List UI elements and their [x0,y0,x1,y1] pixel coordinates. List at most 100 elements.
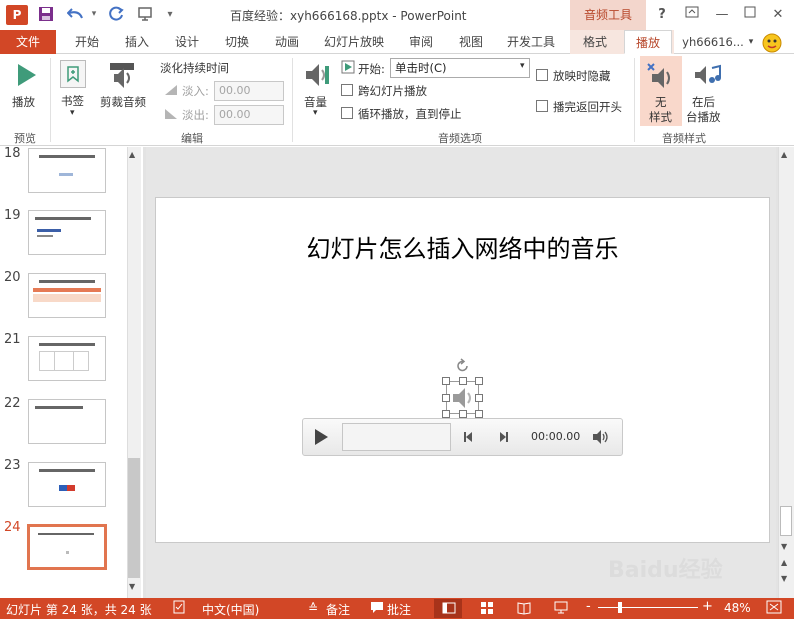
language-status[interactable]: 中文(中国) [202,601,259,618]
zoom-out-button[interactable]: - [586,599,591,614]
undo-icon[interactable] [66,4,86,24]
comments-button[interactable]: 批注 [387,601,411,618]
tab-slideshow[interactable]: 幻灯片放映 [318,30,390,54]
volume-dropdown-icon[interactable]: ▾ [313,108,318,118]
tab-file[interactable]: 文件 [0,30,56,54]
add-bookmark-icon[interactable] [60,60,86,88]
scroll-up-icon[interactable]: ▲ [129,150,135,159]
audio-progress-bar[interactable] [342,423,451,451]
zoom-in-button[interactable]: + [702,599,713,614]
fade-in-icon [164,84,178,96]
scroll-down-icon[interactable]: ▼ [129,582,135,591]
slide-sorter-icon[interactable] [480,601,494,615]
slide-thumbnail-24[interactable] [27,524,107,570]
user-account[interactable]: yh66616... [680,30,746,54]
rotate-handle-icon[interactable] [455,358,471,374]
ribbon-separator [50,58,51,142]
tab-transitions[interactable]: 切换 [216,30,258,54]
thumbnail-scroll-thumb[interactable] [128,458,140,578]
close-icon[interactable]: ✕ [768,5,788,25]
minimize-icon[interactable]: — [712,5,732,25]
fit-to-window-icon[interactable] [766,600,782,614]
resize-handle[interactable] [442,410,450,418]
player-play-icon[interactable] [312,428,330,446]
user-avatar[interactable] [760,31,784,53]
rewind-label: 播完返回开头 [553,100,622,114]
user-dropdown-icon[interactable]: ▾ [746,30,756,54]
comments-icon[interactable] [370,600,384,614]
fade-out-input[interactable]: 00.00 [214,105,284,125]
bookmark-button[interactable]: 书签 [61,93,84,109]
ribbon-display-options-icon[interactable] [682,5,702,25]
notes-icon[interactable]: ≙ [308,601,318,615]
undo-dropdown-icon[interactable]: ▾ [84,4,104,24]
play-in-background-icon[interactable] [692,60,722,90]
volume-icon[interactable] [302,60,332,90]
zoom-slider-track[interactable] [598,607,698,608]
resize-handle[interactable] [475,377,483,385]
tab-animations[interactable]: 动画 [266,30,308,54]
no-style-label-1: 无 [655,95,667,109]
tab-insert[interactable]: 插入 [116,30,158,54]
slide-scroll-up-icon[interactable]: ▲ [781,150,787,159]
slide-scroll-down-icon[interactable]: ▼ [781,542,787,551]
customize-quick-access-icon[interactable]: ▾ [160,4,180,24]
resize-handle[interactable] [442,394,450,402]
seek-forward-icon[interactable] [496,430,510,444]
resize-handle[interactable] [459,377,467,385]
seek-back-icon[interactable] [462,430,476,444]
fade-in-input[interactable]: 00.00 [214,81,284,101]
tab-developer[interactable]: 开发工具 [502,30,560,54]
resize-handle[interactable] [459,410,467,418]
speaker-icon[interactable] [450,385,476,411]
tab-view[interactable]: 视图 [450,30,492,54]
zoom-slider-thumb[interactable] [618,602,622,613]
tab-design[interactable]: 设计 [166,30,208,54]
tab-format[interactable]: 格式 [574,30,616,54]
cross-slides-label: 跨幻灯片播放 [358,84,427,98]
notes-button[interactable]: 备注 [326,601,350,618]
slide-thumbnail-20[interactable] [28,273,106,318]
player-volume-icon[interactable] [592,429,610,445]
start-icon [341,60,355,74]
help-icon[interactable]: ? [652,5,672,25]
slide-scroll-thumb[interactable] [780,506,792,536]
hide-during-show-checkbox[interactable] [536,69,548,81]
loop-label: 循环播放，直到停止 [358,107,462,121]
trim-audio-button[interactable]: 剪裁音频 [100,94,146,110]
play-in-background-label-2[interactable]: 台播放 [686,109,721,125]
maximize-icon[interactable] [740,5,760,25]
tab-review[interactable]: 审阅 [400,30,442,54]
slide-thumbnail-18[interactable] [28,148,106,193]
bookmark-dropdown-icon[interactable]: ▾ [70,108,75,118]
resize-handle[interactable] [475,410,483,418]
start-slideshow-icon[interactable] [136,4,156,24]
rewind-checkbox[interactable] [536,100,548,112]
slideshow-view-icon[interactable] [554,601,568,615]
save-icon[interactable] [36,4,56,24]
play-in-background-label-1[interactable]: 在后 [692,94,715,110]
loop-checkbox[interactable] [341,107,353,119]
normal-view-icon [442,601,456,615]
resize-handle[interactable] [442,377,450,385]
reading-view-icon[interactable] [517,601,531,615]
start-select-chevron-down-icon[interactable]: ▾ [520,61,525,71]
redo-icon[interactable] [106,4,126,24]
tab-playback[interactable]: 播放 [624,30,672,54]
slide-title[interactable]: 幻灯片怎么插入网络中的音乐 [155,229,770,264]
slide-thumbnail-23[interactable] [28,462,106,507]
start-select[interactable]: 单击时(C) [390,58,530,78]
slide-thumbnail-21[interactable] [28,336,106,381]
slide-thumbnail-19[interactable] [28,210,106,255]
trim-audio-icon[interactable] [108,60,136,90]
next-slide-icon[interactable]: ▼ [781,574,787,583]
spell-check-icon[interactable] [172,600,186,614]
tab-home[interactable]: 开始 [66,30,108,54]
slide-thumbnail-22[interactable] [28,399,106,444]
cross-slides-checkbox[interactable] [341,84,353,96]
play-button[interactable]: 播放 [12,94,35,110]
previous-slide-icon[interactable]: ▲ [781,558,787,567]
play-icon[interactable] [14,62,38,88]
zoom-level[interactable]: 48% [724,601,751,615]
resize-handle[interactable] [475,394,483,402]
